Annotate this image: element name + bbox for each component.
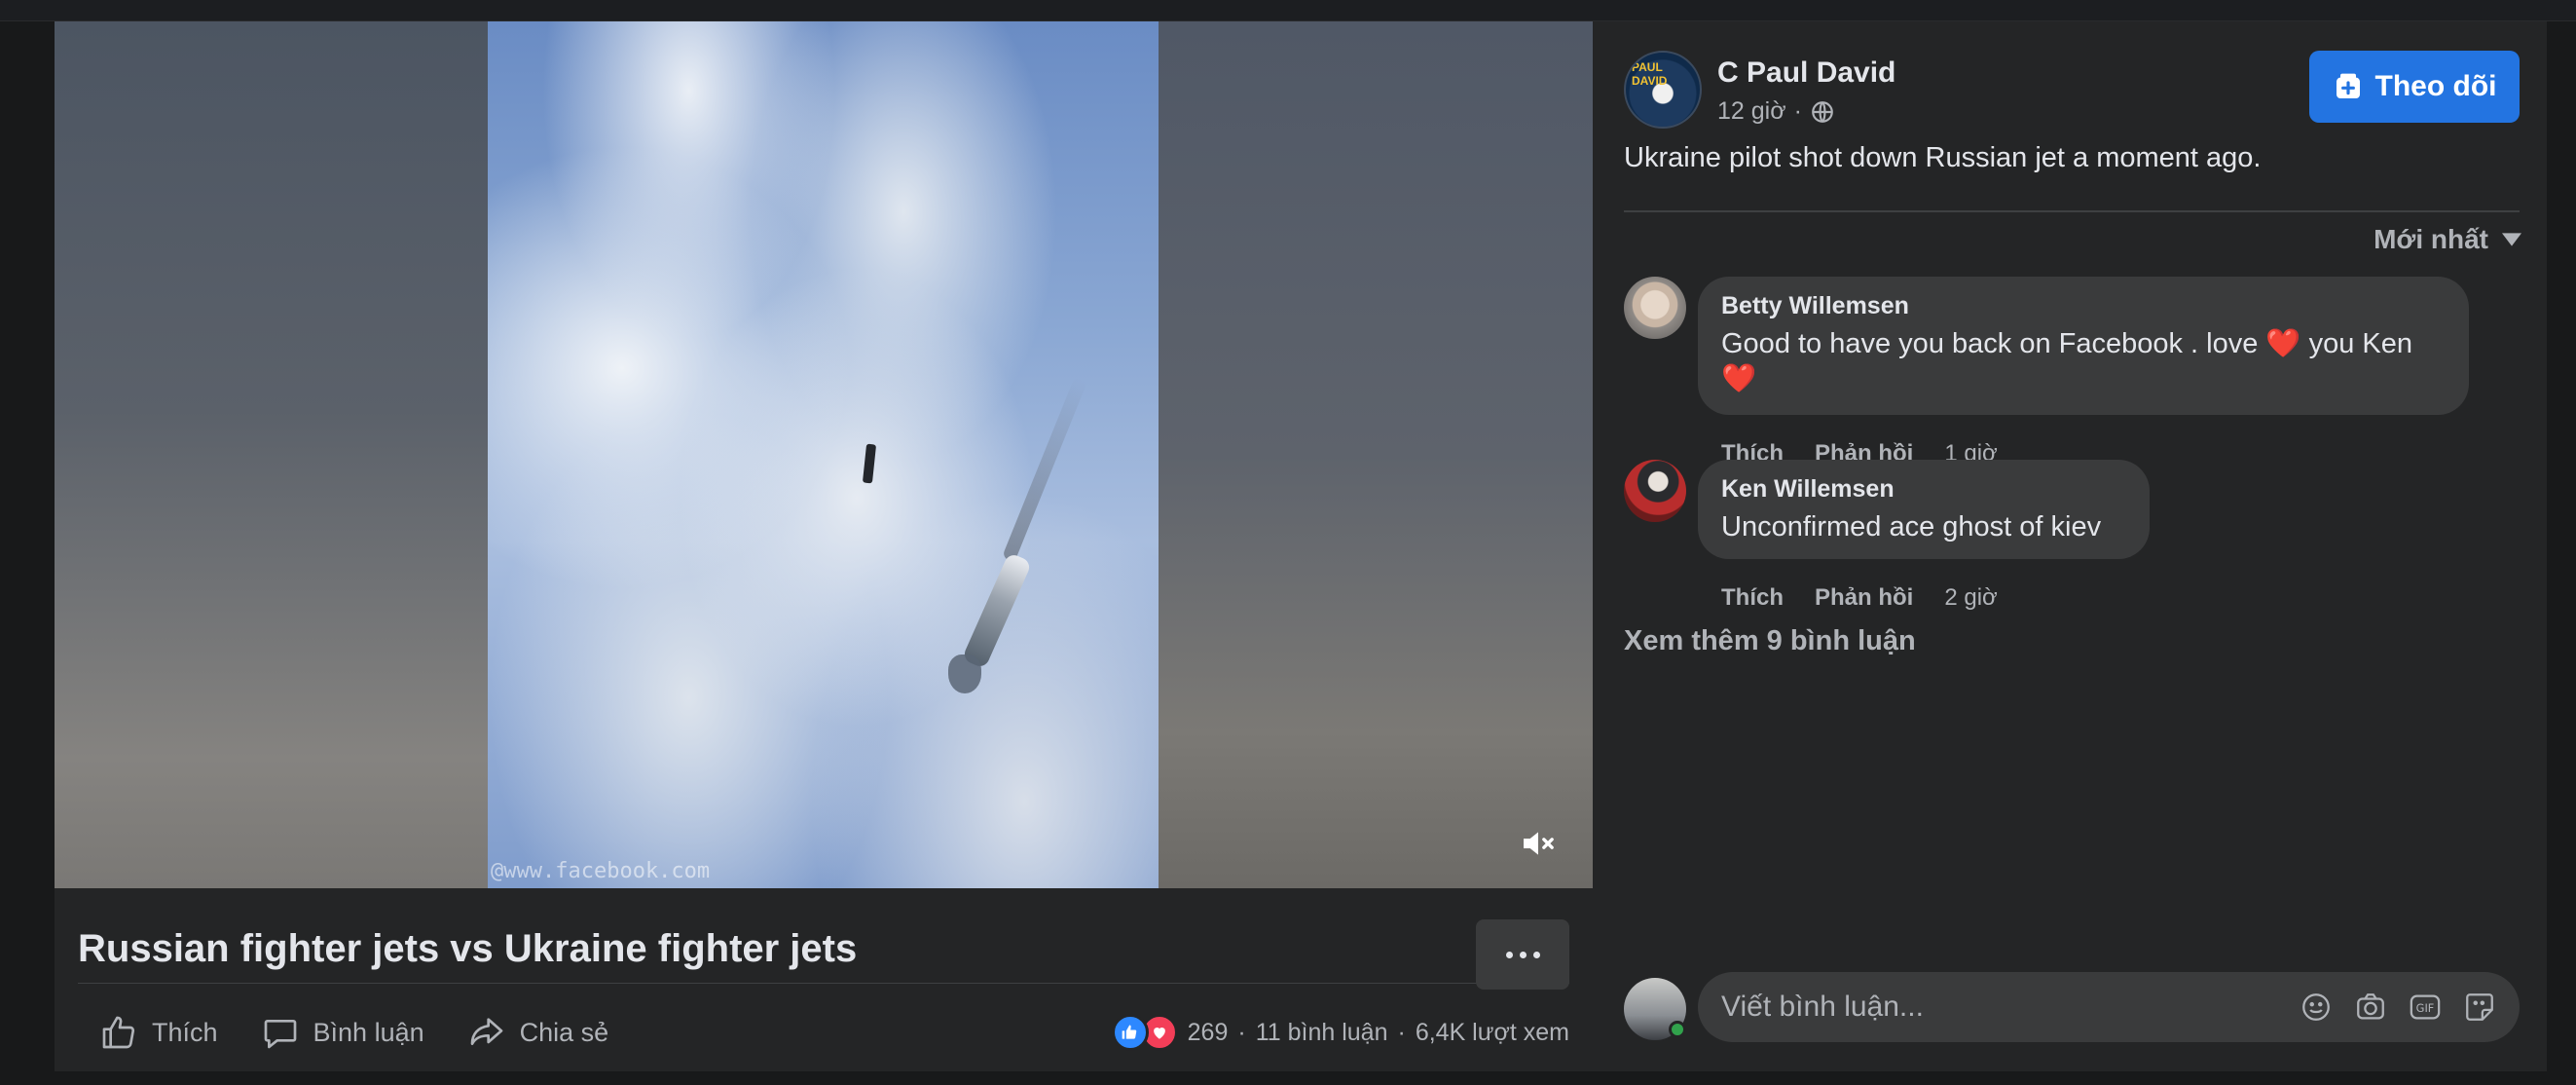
post-sidebar: PAUL DAVID C Paul David 12 giờ · Theo dõ… [1624,21,2547,1071]
ellipsis-icon [1505,951,1513,958]
mute-button[interactable] [1515,820,1562,867]
video-player[interactable]: @www.facebook.com [55,21,1593,888]
page-name-link[interactable]: C Paul David [1717,56,1895,90]
comment: Betty Willemsen Good to have you back on… [1624,277,2520,467]
post-viewer: @www.facebook.com Russian fighter jets v… [55,21,2547,1071]
comment-button[interactable]: Bình luận [239,1003,446,1062]
stats-separator: · [1237,1018,1246,1046]
debris [948,655,981,693]
sort-label: Mới nhất [2374,224,2488,254]
view-more-comments-link[interactable]: Xem thêm 9 bình luận [1624,625,1916,657]
follow-button[interactable]: Theo dõi [2309,51,2520,123]
commenter-avatar[interactable] [1624,277,1686,339]
comment-input[interactable]: Viết bình luận... GIF [1698,972,2520,1042]
comment-reply-button[interactable]: Phản hồi [1815,584,1913,612]
comment: Ken Willemsen Unconfirmed ace ghost of k… [1624,460,2520,611]
like-label: Thích [152,1017,218,1047]
camera-icon[interactable] [2354,991,2387,1024]
comment-like-button[interactable]: Thích [1721,584,1784,612]
comment-text: Unconfirmed ace ghost of kiev [1721,511,2102,542]
speaker-muted-icon [1524,832,1554,855]
post-meta: 12 giờ · [1717,97,1835,126]
post-header: PAUL DAVID C Paul David 12 giờ · Theo dõ… [1624,51,2520,138]
post-caption: Ukraine pilot shot down Russian jet a mo… [1624,142,2262,173]
sticker-icon[interactable] [2463,991,2496,1024]
comment-bubble-icon [264,1020,296,1049]
view-count: 6,4K lượt xem [1415,1018,1569,1046]
share-label: Chia sẻ [519,1017,609,1047]
comment-bubble: Ken Willemsen Unconfirmed ace ghost of k… [1698,460,2150,559]
comment-time[interactable]: 2 giờ [1944,584,1997,612]
avatar-lettering: PAUL DAVID [1632,60,1668,88]
comment-composer: Viết bình luận... GIF [1624,972,2520,1046]
gif-icon[interactable]: GIF [2409,991,2442,1024]
stats-separator: · [1397,1018,1406,1046]
reaction-icons[interactable] [1111,1014,1178,1051]
emoji-icon[interactable] [2300,991,2333,1024]
like-reaction-icon [1111,1014,1149,1051]
comment-count[interactable]: 11 bình luận [1256,1019,1388,1047]
bottom-bar [0,1071,2576,1085]
comment-placeholder: Viết bình luận... [1721,991,1924,1023]
post-actions: Thích Bình luận Chia sẻ 269 · 11 bình lu… [78,997,1569,1067]
comment-author[interactable]: Betty Willemsen [1721,292,2446,320]
comment-label: Bình luận [313,1017,424,1047]
comment-actions: Thích Phản hồi 2 giờ [1721,584,1998,612]
follow-label: Theo dõi [2374,70,2497,102]
page-avatar[interactable]: PAUL DAVID [1624,51,1702,129]
caret-down-icon [2502,233,2521,246]
globe-icon [1812,100,1833,123]
comment-sort-dropdown[interactable]: Mới nhất [2374,224,2521,255]
video-title: Russian fighter jets vs Ukraine fighter … [78,927,858,970]
composer-tools: GIF [2300,991,2496,1024]
comment-text-continued: ❤️ [1721,363,1757,394]
share-arrow-icon [470,1018,502,1045]
post-stats: 269 · 11 bình luận · 6,4K lượt xem [1111,1014,1569,1051]
comment-text: Good to have you back on Facebook . love… [1721,328,2412,359]
more-options-button[interactable] [1476,919,1569,990]
video-title-row: Russian fighter jets vs Ukraine fighter … [78,898,1569,990]
like-button[interactable]: Thích [78,1003,239,1062]
svg-text:GIF: GIF [2416,1001,2435,1015]
post-time[interactable]: 12 giờ [1717,97,1786,126]
thumbs-up-icon [102,1016,135,1049]
video-frame [488,21,1159,888]
top-bar [0,0,2576,21]
commenter-avatar[interactable] [1624,460,1686,522]
meta-separator: · [1793,97,1802,125]
online-status-dot [1669,1021,1686,1038]
reaction-count[interactable]: 269 [1188,1019,1229,1047]
follow-page-icon [2336,73,2360,98]
share-button[interactable]: Chia sẻ [446,1003,631,1062]
video-blur-right [1159,21,1593,888]
divider [1624,210,2520,212]
video-blur-left [55,21,488,888]
comment-bubble: Betty Willemsen Good to have you back on… [1698,277,2469,415]
comment-author[interactable]: Ken Willemsen [1721,475,2126,504]
video-watermark: @www.facebook.com [491,859,711,883]
